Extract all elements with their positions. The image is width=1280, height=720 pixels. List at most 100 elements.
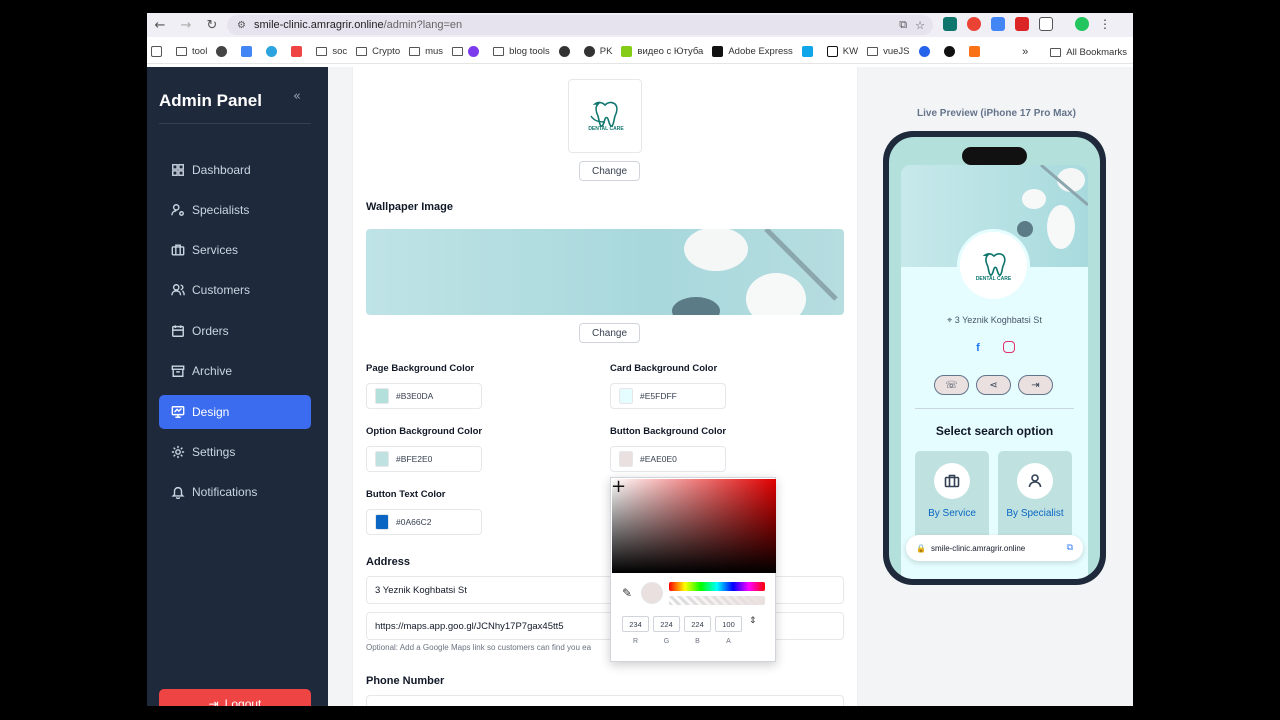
button-text-color-input[interactable]: #0A66C2 bbox=[366, 509, 482, 535]
extension-red-icon[interactable] bbox=[1015, 17, 1029, 31]
back-icon[interactable]: ← bbox=[147, 18, 173, 33]
preview-url-bar: 🔒 smile-clinic.amragrir.online ⧉ bbox=[906, 535, 1083, 561]
url-path: /admin?lang=en bbox=[383, 19, 463, 31]
bookmark-adobe-express[interactable]: Adobe Express bbox=[712, 46, 793, 57]
bookmark-m-icon[interactable] bbox=[943, 46, 960, 57]
sidebar-item-dashboard[interactable]: Dashboard bbox=[159, 153, 311, 187]
site-info-icon[interactable]: ⚙ bbox=[237, 20, 246, 31]
bookmark-mus[interactable]: mus bbox=[409, 46, 443, 57]
telegram-icon[interactable] bbox=[266, 46, 282, 57]
more-bookmarks-icon[interactable]: » bbox=[1022, 46, 1028, 58]
preview-address[interactable]: ⌖ 3 Yeznik Koghbatsi St bbox=[901, 315, 1088, 326]
button-text-swatch[interactable] bbox=[375, 514, 389, 530]
green-input[interactable]: 224 bbox=[653, 616, 680, 632]
folder-icon bbox=[867, 47, 879, 56]
sidebar-item-customers[interactable]: Customers bbox=[159, 273, 311, 307]
profile-icon[interactable] bbox=[1075, 17, 1089, 31]
bookmark-pk[interactable]: PK bbox=[583, 46, 612, 57]
phone-label: Phone Number bbox=[366, 675, 445, 687]
page-bg-color-input[interactable]: #B3E0DA bbox=[366, 383, 482, 409]
select-search-title: Select search option bbox=[935, 424, 1054, 438]
sidebar-item-archive[interactable]: Archive bbox=[159, 354, 311, 388]
translate-icon[interactable] bbox=[991, 17, 1005, 31]
green-label: G bbox=[663, 638, 670, 645]
chart-icon[interactable] bbox=[801, 46, 818, 57]
page-bg-swatch[interactable] bbox=[375, 388, 389, 404]
sidebar-item-design[interactable]: Design bbox=[159, 395, 311, 429]
saturation-area[interactable] bbox=[612, 479, 776, 573]
bookmark-soc[interactable]: soc bbox=[316, 46, 347, 57]
install-icon[interactable]: ⧉ bbox=[899, 18, 907, 32]
color-value: #E5FDFF bbox=[640, 391, 677, 401]
bookmark-vuejs[interactable]: vueJS bbox=[867, 46, 910, 57]
globe-icon[interactable] bbox=[558, 46, 575, 57]
bookmark-orange-icon[interactable] bbox=[968, 46, 985, 57]
alpha-input[interactable]: 100 bbox=[715, 616, 742, 632]
sidebar-item-label: Services bbox=[192, 243, 239, 257]
chrome-icon[interactable] bbox=[967, 17, 981, 31]
sidebar-item-specialists[interactable]: Specialists bbox=[159, 193, 311, 227]
bookmark-blog-tools[interactable]: blog tools bbox=[493, 46, 550, 57]
phone-input[interactable] bbox=[366, 695, 844, 706]
bookmark-crypto[interactable]: Crypto bbox=[356, 46, 400, 57]
eyedropper-icon[interactable]: ✎ bbox=[622, 586, 632, 600]
address-bar[interactable]: ⚙ smile-clinic.amragrir.online /admin?la… bbox=[227, 15, 933, 35]
login-icon[interactable]: ⇥ bbox=[1018, 375, 1053, 395]
gear-icon bbox=[171, 445, 185, 459]
collapse-sidebar-icon[interactable]: « bbox=[293, 89, 301, 104]
share-icon[interactable]: ⋖ bbox=[976, 375, 1011, 395]
button-bg-swatch[interactable] bbox=[619, 451, 633, 467]
sidebar-item-label: Design bbox=[192, 405, 230, 419]
youtube-icon[interactable] bbox=[291, 46, 307, 57]
phone-icon[interactable]: ☏ bbox=[934, 375, 969, 395]
bell-icon bbox=[171, 486, 185, 499]
button-bg-color-input[interactable]: #EAE0E0 bbox=[610, 446, 726, 472]
instagram-icon[interactable] bbox=[1003, 341, 1015, 353]
option-bg-swatch[interactable] bbox=[375, 451, 389, 467]
alpha-slider[interactable] bbox=[669, 596, 765, 605]
bookmark-star-icon[interactable]: ☆ bbox=[915, 19, 925, 32]
folder-icon bbox=[1050, 47, 1062, 57]
color-value: #B3E0DA bbox=[396, 391, 434, 401]
sidebar-item-orders[interactable]: Orders bbox=[159, 314, 311, 348]
sidebar-item-label: Archive bbox=[192, 364, 233, 378]
change-wallpaper-button[interactable]: Change bbox=[579, 323, 641, 343]
bookmark-folder-unnamed[interactable] bbox=[452, 46, 484, 57]
change-logo-button[interactable]: Change bbox=[579, 161, 641, 181]
option-bg-color-input[interactable]: #BFE2E0 bbox=[366, 446, 482, 472]
bookmark-kw[interactable]: KW bbox=[826, 46, 858, 57]
folder-icon bbox=[316, 47, 328, 56]
bookmark-c-icon[interactable] bbox=[918, 46, 935, 57]
hue-slider[interactable] bbox=[669, 582, 765, 591]
bookmark-video[interactable]: видео с Ютуба bbox=[621, 46, 703, 57]
preview-url: smile-clinic.amragrir.online bbox=[930, 543, 1026, 553]
apps-icon[interactable] bbox=[151, 46, 167, 57]
card-bg-color-input[interactable]: #E5FDFF bbox=[610, 383, 726, 409]
blue-input[interactable]: 224 bbox=[684, 616, 711, 632]
menu-icon[interactable]: ⋮ bbox=[1099, 17, 1111, 31]
puzzle-icon[interactable] bbox=[1039, 17, 1053, 31]
red-input[interactable]: 234 bbox=[622, 616, 649, 632]
bookmark-icon-2[interactable] bbox=[241, 46, 257, 57]
color-picker: + ✎ 234 224 224 100 ⇕ R G B A bbox=[610, 477, 776, 662]
reload-icon[interactable]: ↻ bbox=[199, 18, 225, 33]
extension-icon[interactable] bbox=[943, 17, 957, 31]
bookmark-icon-1[interactable] bbox=[216, 46, 232, 57]
bookmark-tool[interactable]: tool bbox=[176, 46, 207, 57]
card-bg-swatch[interactable] bbox=[619, 388, 633, 404]
preview-logo-text: DENTAL CARE bbox=[975, 276, 1012, 282]
bookmarks-bar: tool soc Crypto mus blog tools PK видео … bbox=[147, 40, 1133, 64]
social-links: f bbox=[971, 341, 1015, 355]
logout-button[interactable]: ⇥ Logout bbox=[159, 689, 311, 706]
forward-icon[interactable]: → bbox=[173, 18, 199, 33]
format-toggle-icon[interactable]: ⇕ bbox=[749, 616, 757, 626]
live-preview-title: Live Preview (iPhone 17 Pro Max) bbox=[917, 108, 1076, 119]
sidebar-item-services[interactable]: Services bbox=[159, 233, 311, 267]
sidebar-item-settings[interactable]: Settings bbox=[159, 435, 311, 469]
user-icon bbox=[1028, 474, 1042, 488]
all-bookmarks[interactable]: All Bookmarks bbox=[1066, 47, 1127, 58]
external-link-icon[interactable]: ⧉ bbox=[1067, 543, 1073, 553]
facebook-icon[interactable]: f bbox=[971, 341, 985, 355]
sidebar-item-notifications[interactable]: Notifications bbox=[159, 475, 311, 509]
button-text-label: Button Text Color bbox=[366, 489, 446, 500]
